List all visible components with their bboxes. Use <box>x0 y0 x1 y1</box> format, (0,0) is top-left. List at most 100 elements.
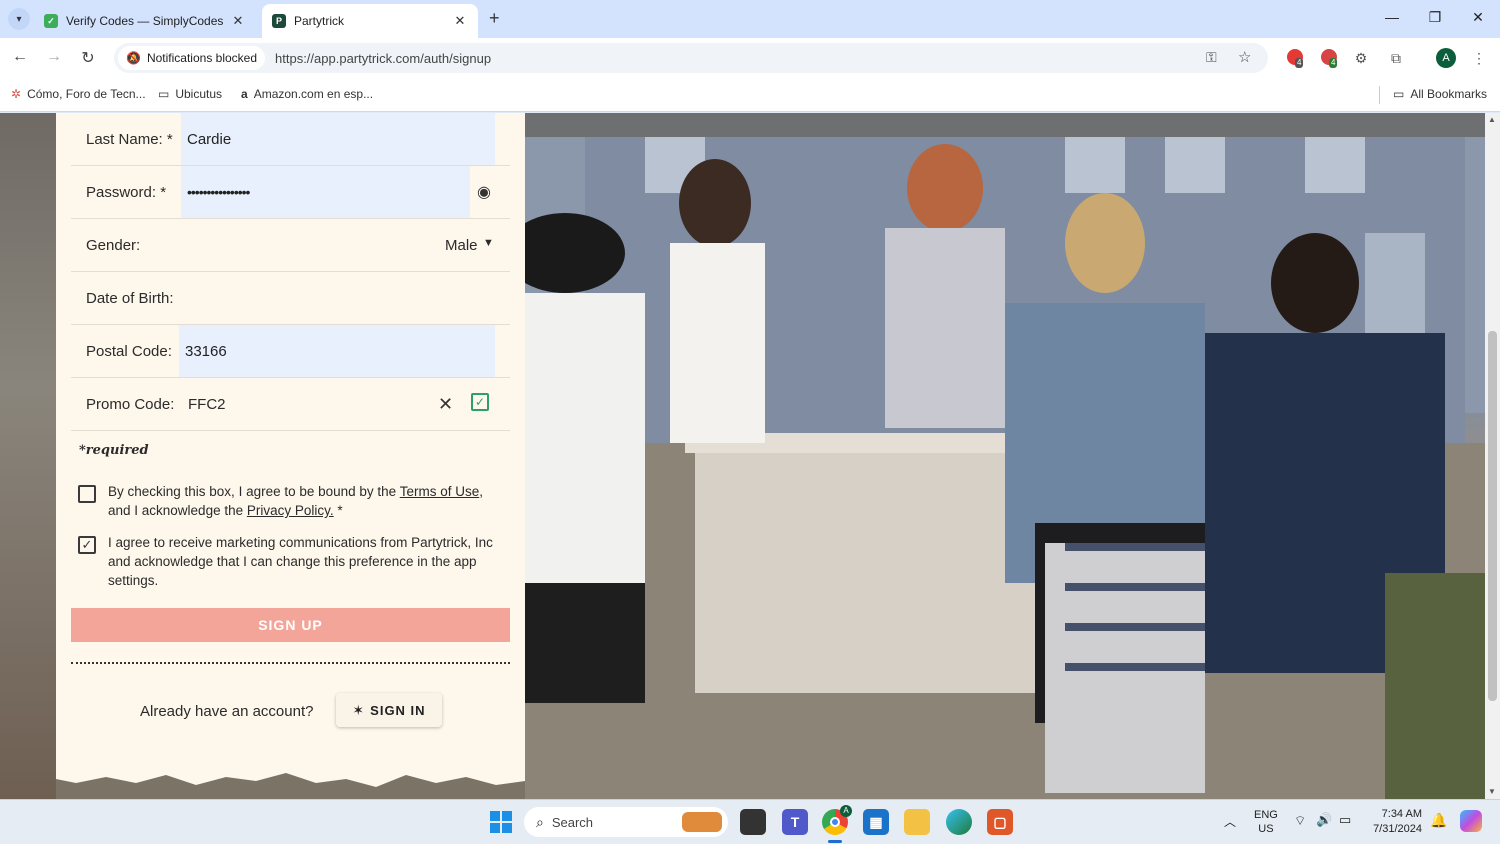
address-bar[interactable]: 🔕 Notifications blocked https://app.part… <box>114 43 1268 73</box>
checkbox-box[interactable] <box>78 485 96 503</box>
tray-chevron-up-icon[interactable]: ︿ <box>1224 813 1236 830</box>
chrome-badge: A <box>840 805 852 817</box>
url-text[interactable]: https://app.partytrick.com/auth/signup <box>275 51 491 66</box>
gender-row[interactable]: Gender: Male ▼ <box>71 219 510 272</box>
extension-robot-icon[interactable]: ⚙ <box>1352 49 1370 67</box>
back-icon[interactable]: ← <box>10 48 30 66</box>
dob-label: Date of Birth: <box>86 289 174 307</box>
file-explorer-icon[interactable] <box>904 809 930 835</box>
folder-icon: ▭ <box>1393 87 1405 101</box>
password-input[interactable]: •••••••••••••••• <box>181 166 470 218</box>
copilot-icon[interactable] <box>1460 810 1482 832</box>
search-placeholder: Search <box>551 814 594 830</box>
profile-avatar[interactable]: A <box>1436 48 1456 68</box>
active-app-indicator <box>828 840 842 843</box>
teams-icon[interactable]: T <box>782 809 808 835</box>
task-view-icon[interactable] <box>740 809 766 835</box>
new-tab-button[interactable]: + <box>489 8 500 29</box>
password-key-icon[interactable]: ⚿ <box>1206 49 1217 66</box>
app-orange-icon[interactable]: ▢ <box>987 809 1013 835</box>
notification-bell-icon[interactable]: 🔔 <box>1430 812 1447 829</box>
terms-required-mark: * <box>333 503 343 518</box>
extension-red-icon[interactable]: 4 <box>1286 49 1304 68</box>
tab-title: Verify Codes — SimplyCodes <box>66 14 224 28</box>
volume-icon[interactable]: 🔊 <box>1316 812 1332 828</box>
search-icon: ⌕ <box>536 813 544 830</box>
lang-line-2: US <box>1258 823 1274 835</box>
tab-simplycodes[interactable]: ✓ Verify Codes — SimplyCodes ✕ <box>34 4 256 38</box>
last-name-label: Last Name: * <box>86 130 173 148</box>
close-tab-icon[interactable]: ✕ <box>452 13 468 29</box>
bell-off-icon: 🔕 <box>126 51 141 65</box>
web-icon: ✲ <box>11 87 22 101</box>
show-password-eye-icon[interactable]: ◉ <box>477 182 491 202</box>
restore-icon[interactable]: ❐ <box>1425 9 1445 26</box>
taskbar-search[interactable]: ⌕ Search <box>524 807 728 837</box>
already-account-text: Already have an account? <box>140 703 314 720</box>
browser-toolbar: ← → ↻ 🔕 Notifications blocked https://ap… <box>0 38 1500 78</box>
bookmark-item[interactable]: ▭ Ubicutus <box>158 87 222 101</box>
checkbox-check-icon[interactable]: ✓ <box>78 536 96 554</box>
wifi-icon[interactable]: ⌔ <box>1294 813 1306 829</box>
sign-in-button[interactable]: ✶ SIGN IN <box>336 693 442 727</box>
dinner-party-illustration <box>525 113 1485 799</box>
bookmark-item[interactable]: a Amazon.com en esp... <box>241 87 373 101</box>
promo-code-input[interactable]: FFC2 <box>188 396 226 413</box>
store-icon[interactable]: ▦ <box>863 809 889 835</box>
tab-bar: ▾ ✓ Verify Codes — SimplyCodes ✕ P Party… <box>0 0 1500 38</box>
clear-promo-icon[interactable]: ✕ <box>438 394 453 415</box>
notifications-chip-label: Notifications blocked <box>146 51 258 65</box>
all-bookmarks-button[interactable]: ▭ All Bookmarks <box>1393 87 1487 101</box>
tab-search-button[interactable]: ▾ <box>8 8 30 30</box>
gender-label: Gender: <box>86 236 141 254</box>
language-indicator[interactable]: ENG US <box>1254 808 1278 836</box>
gender-select-value[interactable]: Male <box>445 237 478 254</box>
scroll-down-icon[interactable]: ▼ <box>1488 787 1496 796</box>
page-scrollbar[interactable]: ▲ ▼ <box>1485 113 1500 799</box>
simplycodes-favicon-icon: ✓ <box>44 14 58 28</box>
bookmark-star-icon[interactable]: ☆ <box>1238 48 1251 66</box>
extension-badge: 4 <box>1329 58 1338 68</box>
all-bookmarks-label: All Bookmarks <box>1410 87 1488 101</box>
sign-up-button[interactable]: SIGN UP <box>71 608 510 642</box>
extensions-puzzle-icon[interactable]: ⧉ <box>1387 49 1405 67</box>
amazon-icon: a <box>241 87 248 101</box>
windows-start-icon[interactable] <box>490 811 512 833</box>
dob-row[interactable]: Date of Birth: <box>71 272 510 325</box>
close-window-icon[interactable]: ✕ <box>1468 9 1488 26</box>
scroll-up-icon[interactable]: ▲ <box>1488 115 1496 124</box>
menu-kebab-icon[interactable]: ⋮ <box>1470 49 1488 67</box>
minimize-icon[interactable]: — <box>1382 9 1402 25</box>
close-tab-icon[interactable]: ✕ <box>230 13 246 29</box>
bookmarks-divider <box>1379 86 1380 104</box>
privacy-policy-link[interactable]: Privacy Policy. <box>247 503 334 518</box>
password-row: Password: * •••••••••••••••• ◉ <box>71 166 510 219</box>
clock[interactable]: 7:34 AM 7/31/2024 <box>1368 807 1422 837</box>
terms-text-part1: By checking this box, I agree to be boun… <box>108 484 400 499</box>
notifications-blocked-chip[interactable]: 🔕 Notifications blocked <box>118 46 266 70</box>
promo-valid-check-icon: ✓ <box>471 393 489 411</box>
clock-date: 7/31/2024 <box>1373 823 1422 835</box>
battery-icon[interactable]: ▭ <box>1339 812 1351 828</box>
scrollbar-thumb[interactable] <box>1488 331 1497 701</box>
tab-partytrick[interactable]: P Partytrick ✕ <box>262 4 478 38</box>
edge-icon[interactable] <box>946 809 972 835</box>
signup-panel: Last Name: * Cardie Password: * ••••••••… <box>56 113 525 773</box>
postal-code-label: Postal Code: <box>86 342 172 360</box>
partytrick-favicon-icon: P <box>272 14 286 28</box>
bookmark-label: Ubicutus <box>175 87 223 101</box>
tab-title: Partytrick <box>294 14 345 28</box>
postal-code-input[interactable]: 33166 <box>179 325 495 377</box>
last-name-input[interactable]: Cardie <box>181 113 495 165</box>
bookmark-label: Amazon.com en esp... <box>253 87 374 101</box>
terms-of-use-link[interactable]: Terms of Use <box>400 484 480 499</box>
terms-checkbox[interactable] <box>78 485 96 503</box>
terms-text: By checking this box, I agree to be boun… <box>108 482 508 520</box>
extension-coupon-icon[interactable]: 4 <box>1320 49 1338 68</box>
reload-icon[interactable]: ↻ <box>78 48 98 68</box>
marketing-checkbox[interactable]: ✓ <box>78 536 96 554</box>
last-name-row: Last Name: * Cardie <box>71 113 510 166</box>
postal-code-row: Postal Code: 33166 <box>71 325 510 378</box>
bookmark-item[interactable]: ✲ Cómo, Foro de Tecn... <box>11 87 146 101</box>
forward-icon[interactable]: → <box>44 48 64 66</box>
